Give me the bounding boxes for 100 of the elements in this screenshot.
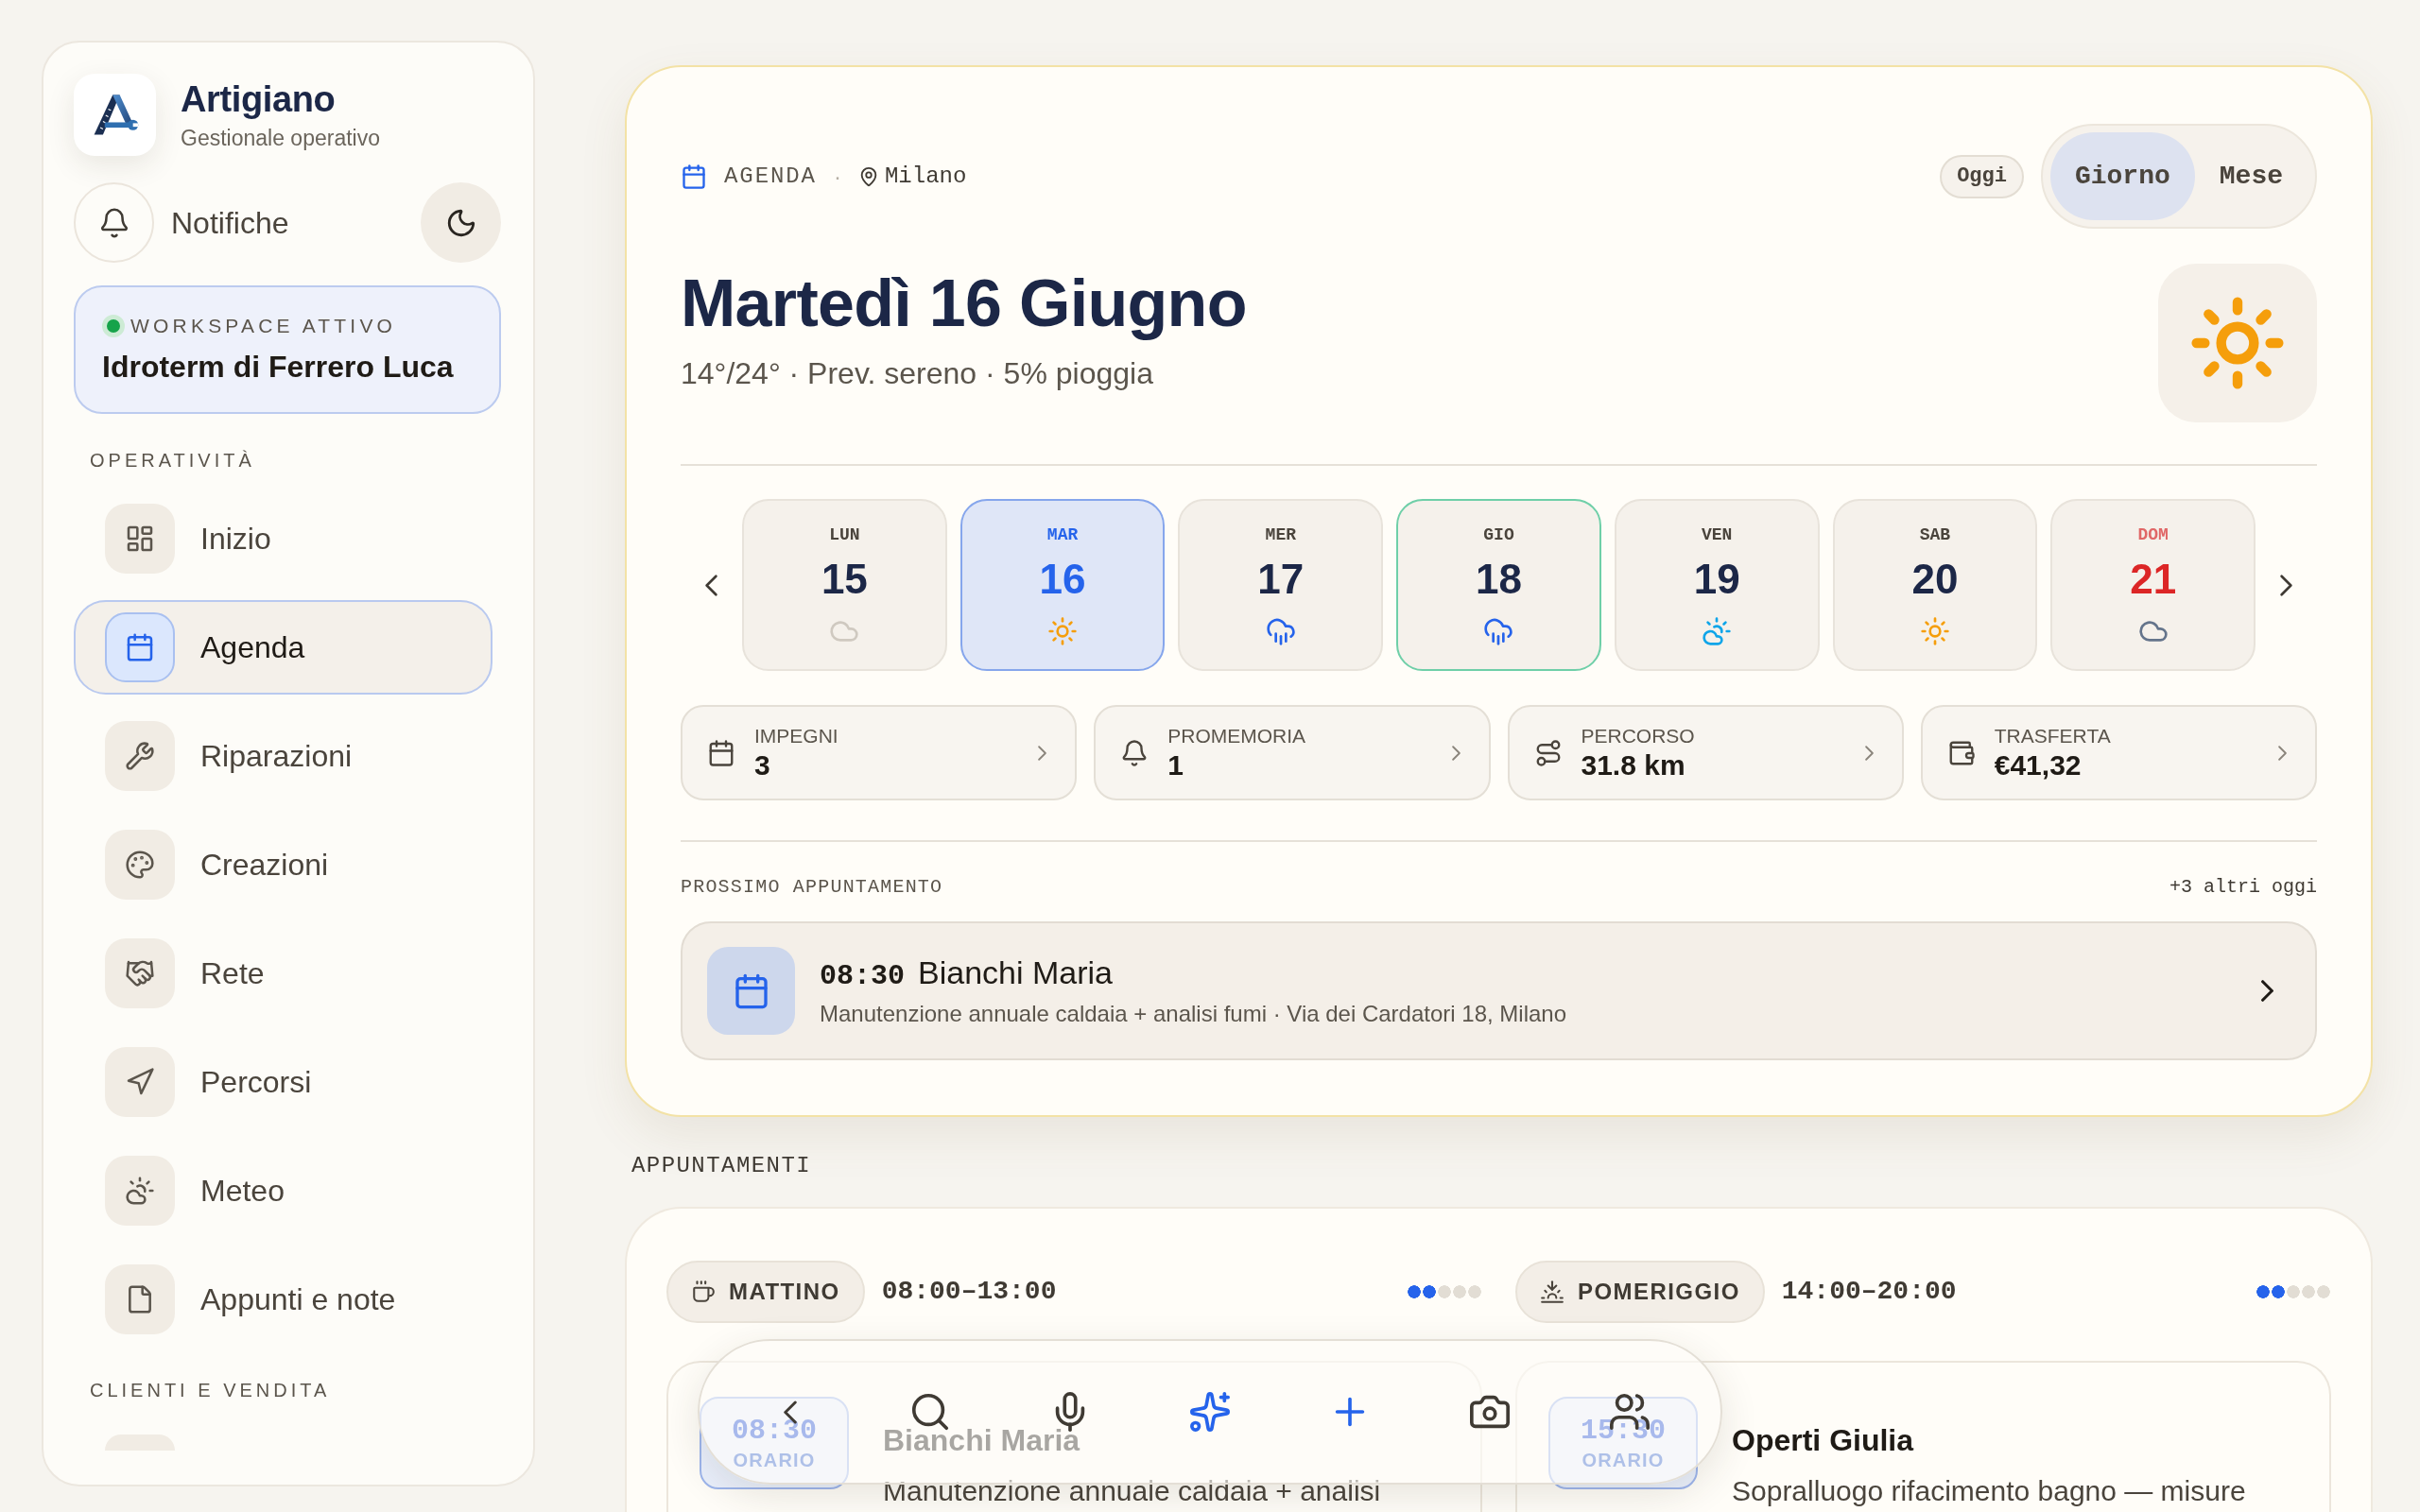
nav-item[interactable]: Creazioni [74, 817, 493, 912]
location-label: Milano [884, 162, 967, 191]
notifications-button[interactable]: Notifiche [74, 182, 289, 263]
view-tab[interactable]: Mese [2194, 132, 2308, 220]
nav-item[interactable]: Agenda [74, 600, 493, 695]
day-number: 15 [821, 556, 868, 603]
day-card[interactable]: LUN 15 [742, 499, 947, 671]
sun-icon [1047, 616, 1079, 646]
period-chip: POMERIGGIO [1515, 1261, 1765, 1323]
forecast-text: 14°/24° · Prev. sereno · 5% pioggia [681, 355, 1153, 392]
day-number: 18 [1476, 556, 1522, 603]
handshake-icon [105, 938, 175, 1008]
date-title: Martedì 16 Giugno [681, 266, 1247, 341]
next-appointment-card[interactable]: 08:30 Bianchi Maria Manutenzione annuale caldaia + analisi fumi · Via dei Cardatori 18, Milano [681, 921, 2317, 1060]
weekday-label: DOM [2137, 524, 2169, 546]
today-button[interactable]: Oggi [1940, 154, 2024, 198]
weekday-label: GIO [1483, 524, 1514, 546]
next-appointment-heading: PROSSIMO APPUNTAMENTO [681, 876, 943, 899]
nav-item[interactable]: Riparazioni [74, 709, 493, 803]
navigation-arrow-icon [105, 1047, 175, 1117]
day-number: 19 [1693, 556, 1740, 603]
day-card[interactable]: VEN 19 [1614, 499, 1820, 671]
stat-label: PERCORSO [1581, 723, 1695, 748]
chevron-right-icon [1864, 745, 1874, 761]
appointment-details: Manutenzione annuale caldaia + analisi fumi · Via dei Cardatori 18, Milano [820, 999, 1567, 1028]
weekday-label: MAR [1046, 524, 1079, 546]
time-chip: 15:30 ORARIO [1548, 1397, 1698, 1489]
day-card[interactable]: MER 17 [1178, 499, 1384, 671]
app-tagline: Gestionale operativo [181, 124, 380, 152]
sunset-icon [1540, 1280, 1564, 1304]
chevron-right-icon [1451, 745, 1461, 761]
chevron-right-icon [2280, 574, 2292, 596]
stat-card[interactable]: TRASFERTA €41,32 [1920, 705, 2317, 800]
day-card[interactable]: MAR 16 [959, 499, 1166, 671]
palette-icon [105, 830, 175, 900]
day-card[interactable]: DOM 21 [2050, 499, 2256, 671]
stat-card[interactable]: PERCORSO 31.8 km [1507, 705, 1904, 800]
nav-item[interactable]: Rete [74, 926, 493, 1021]
day-number: 20 [1911, 556, 1959, 603]
period-hours: 08:00–13:00 [881, 1276, 1057, 1308]
day-number: 16 [1039, 556, 1086, 603]
stat-value: 1 [1167, 747, 1184, 782]
coffee-cup-icon [691, 1280, 716, 1304]
stat-card[interactable]: PROMEMORIA 1 [1094, 705, 1491, 800]
client-name: Operti Giulia [1732, 1422, 1914, 1459]
chevron-left-icon [705, 574, 717, 596]
nav-item[interactable]: Percorsi [74, 1035, 493, 1129]
more-today-label: +3 altri oggi [2169, 876, 2317, 899]
sun-weather-icon [2158, 264, 2317, 422]
document-icon [105, 1264, 175, 1334]
appointment-time: 08:30 [820, 958, 905, 994]
weekday-label: VEN [1702, 524, 1733, 546]
client-name: Bianchi Maria [918, 953, 1113, 991]
app-name: Artigiano [181, 77, 336, 120]
stat-label: PROMEMORIA [1167, 723, 1306, 748]
appointment-card[interactable]: 15:30 ORARIO Operti Giulia Sopralluogo rifacimento bagno — misure [1515, 1361, 2331, 1512]
day-number: 21 [2130, 556, 2177, 603]
workspace-card[interactable]: WORKSPACE ATTIVO Idroterm di Ferrero Luca [74, 285, 501, 414]
calendar-icon [681, 163, 707, 190]
cloud-sun-icon [105, 1156, 175, 1226]
section-heading: CLIENTI E VENDITA [90, 1379, 331, 1401]
chevron-right-icon [2278, 745, 2287, 761]
separator-dot: · [833, 162, 841, 191]
appointments-heading: APPUNTAMENTI [631, 1155, 812, 1177]
calendar-icon [105, 612, 175, 682]
nav-item[interactable]: Appunti e note [74, 1252, 493, 1347]
stat-card[interactable]: IMPEGNI 3 [681, 705, 1078, 800]
stat-label: TRASFERTA [1994, 723, 2111, 748]
workspace-label: WORKSPACE ATTIVO [130, 314, 397, 338]
appointment-details: Sopralluogo rifacimento bagno — misure [1732, 1475, 2246, 1507]
dashboard-icon [105, 504, 175, 574]
wrench-icon [105, 721, 175, 791]
day-number: 17 [1257, 556, 1305, 603]
stat-value: €41,32 [1994, 747, 2082, 782]
chevron-right-icon [2261, 980, 2273, 1002]
calendar-icon [707, 947, 795, 1035]
time-chip: 08:30 ORARIO [700, 1397, 849, 1489]
nav-item[interactable]: Inizio [74, 491, 493, 586]
cloud-rain-icon [1265, 616, 1296, 646]
cloud-sun-icon [1702, 616, 1733, 646]
weekday-label: LUN [829, 524, 860, 546]
chevron-right-icon [1038, 745, 1047, 761]
day-card[interactable]: GIO 18 [1396, 499, 1601, 671]
stat-value: 3 [754, 747, 770, 782]
view-tab[interactable]: Giorno [2049, 132, 2195, 220]
workspace-name: Idroterm di Ferrero Luca [102, 349, 454, 386]
period-chip: MATTINO [666, 1261, 865, 1323]
cloud-rain-icon [1483, 616, 1514, 646]
weekday-label: SAB [1919, 524, 1951, 546]
period-hours: 14:00–20:00 [1781, 1276, 1957, 1308]
appointment-details: Manutenzione annuale caldaia + analisi [883, 1475, 1381, 1507]
appointment-card[interactable]: 08:30 ORARIO Bianchi Maria Manutenzione annuale caldaia + analisi [666, 1361, 1482, 1512]
sparkles-icon [1188, 1390, 1232, 1434]
nav-item[interactable]: Meteo [74, 1143, 493, 1238]
section-label: AGENDA [724, 162, 817, 191]
weekday-label: MER [1265, 524, 1296, 546]
day-card[interactable]: SAB 20 [1832, 499, 2038, 671]
stat-value: 31.8 km [1581, 747, 1685, 782]
calendar-icon [707, 738, 735, 767]
sun-icon [1919, 616, 1950, 646]
